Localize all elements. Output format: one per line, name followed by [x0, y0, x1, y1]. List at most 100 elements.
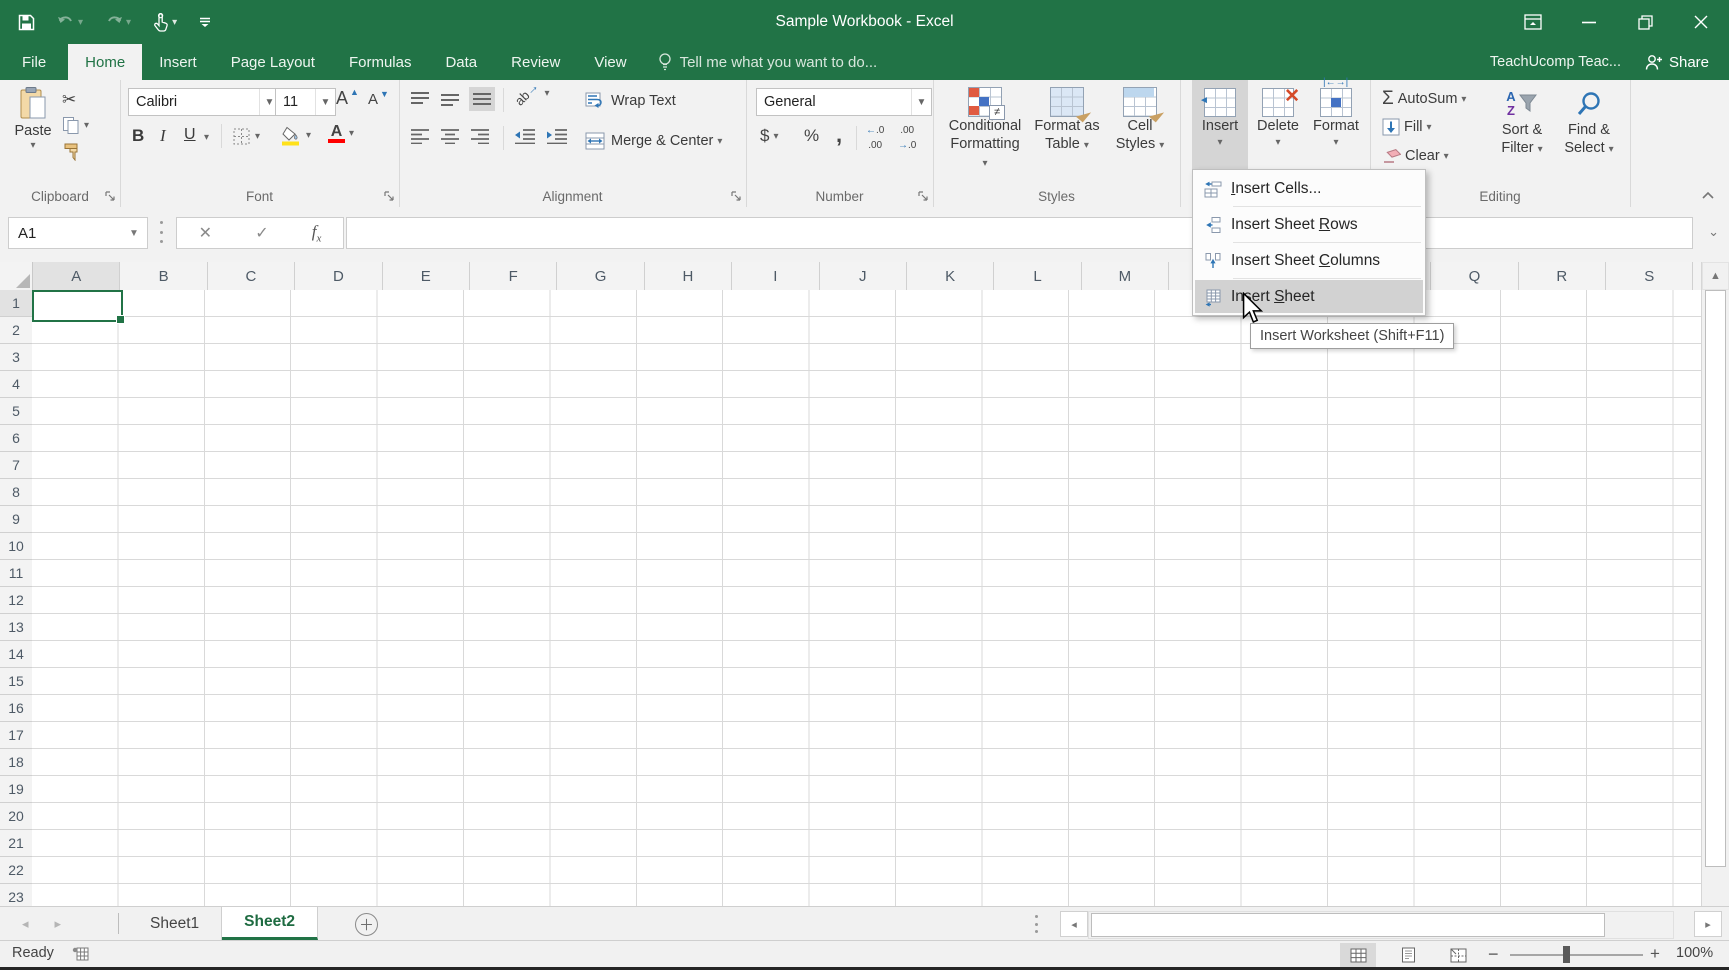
- sort-filter-button[interactable]: AZ Sort & Filter ▾: [1492, 87, 1552, 157]
- selected-cell-a1[interactable]: [32, 290, 123, 322]
- fill-handle[interactable]: [116, 315, 125, 324]
- hscroll-splitter[interactable]: [1035, 915, 1038, 933]
- paste-dropdown-arrow[interactable]: ▾: [30, 140, 35, 153]
- wrap-text-button[interactable]: Wrap Text: [585, 92, 676, 110]
- row-header-4[interactable]: 4: [0, 371, 32, 398]
- insert-dropdown-arrow[interactable]: ▾: [1217, 137, 1222, 150]
- italic-button[interactable]: I: [160, 126, 166, 146]
- decrease-decimal-button[interactable]: .00→.0: [898, 125, 916, 151]
- row-header-6[interactable]: 6: [0, 425, 32, 452]
- undo-dropdown-arrow[interactable]: ▾: [78, 17, 83, 28]
- touch-mouse-mode-button[interactable]: ▾: [153, 13, 177, 32]
- increase-indent-button[interactable]: [545, 128, 569, 144]
- menu-item-insert-sheet-rows[interactable]: Insert Sheet Rows: [1195, 208, 1423, 241]
- underline-dropdown-arrow[interactable]: ▾: [204, 132, 209, 143]
- new-sheet-button[interactable]: ＋: [355, 913, 378, 936]
- font-color-dropdown-arrow[interactable]: ▾: [349, 128, 354, 139]
- customize-qat-button[interactable]: [199, 16, 211, 28]
- zoom-level[interactable]: 100%: [1676, 945, 1713, 961]
- column-header-R[interactable]: R: [1519, 262, 1606, 290]
- row-header-7[interactable]: 7: [0, 452, 32, 479]
- format-as-table-button[interactable]: Format as Table ▾: [1031, 87, 1103, 153]
- orientation-button[interactable]: ab→ ▾: [513, 86, 550, 101]
- sheet-nav-next-button[interactable]: ▸: [55, 916, 62, 932]
- row-header-16[interactable]: 16: [0, 695, 32, 722]
- row-header-14[interactable]: 14: [0, 641, 32, 668]
- tab-review[interactable]: Review: [494, 44, 577, 80]
- merge-center-button[interactable]: Merge & Center ▾: [585, 132, 722, 150]
- macro-record-icon[interactable]: [72, 946, 89, 962]
- page-break-preview-button[interactable]: [1440, 943, 1476, 967]
- fill-button[interactable]: Fill ▾: [1382, 118, 1432, 136]
- comma-style-button[interactable]: ,: [836, 122, 842, 148]
- name-box-dropdown-arrow[interactable]: ▼: [121, 218, 147, 248]
- column-header-G[interactable]: G: [557, 262, 644, 290]
- zoom-in-button[interactable]: +: [1650, 944, 1660, 964]
- row-header-9[interactable]: 9: [0, 506, 32, 533]
- tab-formulas[interactable]: Formulas: [332, 44, 429, 80]
- find-select-button[interactable]: Find & Select ▾: [1558, 87, 1620, 157]
- delete-dropdown-arrow[interactable]: ▾: [1275, 137, 1280, 150]
- column-header-L[interactable]: L: [994, 262, 1081, 290]
- alignment-dialog-launcher[interactable]: [730, 190, 742, 202]
- sheet-nav-prev-button[interactable]: ◂: [22, 916, 29, 932]
- underline-button[interactable]: U: [184, 126, 196, 144]
- align-right-button[interactable]: [469, 128, 491, 144]
- normal-view-button[interactable]: [1340, 943, 1376, 967]
- tab-insert[interactable]: Insert: [142, 44, 214, 80]
- close-button[interactable]: [1673, 0, 1729, 44]
- row-header-22[interactable]: 22: [0, 857, 32, 884]
- clipboard-dialog-launcher[interactable]: [104, 190, 116, 202]
- accounting-dropdown-arrow[interactable]: ▾: [773, 131, 778, 142]
- format-painter-button[interactable]: [62, 142, 81, 161]
- select-all-corner[interactable]: [0, 262, 33, 290]
- formula-bar-splitter[interactable]: [160, 221, 163, 243]
- menu-item-insert-cells[interactable]: Insert Cells...: [1195, 172, 1423, 205]
- sheet-tab-sheet1[interactable]: Sheet1: [128, 907, 222, 940]
- font-size-combo[interactable]: 11▼: [275, 88, 336, 116]
- enter-entry-button[interactable]: ✓: [255, 223, 268, 243]
- row-header-8[interactable]: 8: [0, 479, 32, 506]
- copy-dropdown-arrow[interactable]: ▾: [84, 120, 89, 131]
- row-header-3[interactable]: 3: [0, 344, 32, 371]
- column-header-M[interactable]: M: [1082, 262, 1169, 290]
- horizontal-scrollbar[interactable]: [1088, 911, 1674, 939]
- restore-button[interactable]: [1617, 0, 1673, 44]
- row-header-1[interactable]: 1: [0, 290, 32, 317]
- redo-button[interactable]: ▾: [105, 14, 131, 30]
- page-layout-view-button[interactable]: [1390, 943, 1426, 967]
- tab-page-layout[interactable]: Page Layout: [214, 44, 332, 80]
- orientation-dropdown-arrow[interactable]: ▾: [544, 88, 549, 99]
- fill-dropdown-arrow[interactable]: ▾: [1427, 122, 1432, 133]
- font-name-combo[interactable]: Calibri▼: [128, 88, 280, 116]
- minimize-button[interactable]: [1561, 0, 1617, 44]
- vertical-scrollbar[interactable]: ▲: [1701, 262, 1729, 906]
- formula-input[interactable]: [346, 217, 1693, 249]
- name-box[interactable]: A1 ▼: [8, 217, 148, 249]
- column-header-E[interactable]: E: [383, 262, 470, 290]
- vertical-scroll-thumb[interactable]: [1705, 290, 1726, 867]
- column-header-A[interactable]: A: [33, 262, 120, 290]
- top-align-button[interactable]: [409, 91, 431, 107]
- row-header-15[interactable]: 15: [0, 668, 32, 695]
- expand-formula-bar-button[interactable]: ⌄: [1708, 224, 1719, 240]
- column-header-C[interactable]: C: [208, 262, 295, 290]
- bottom-align-button[interactable]: [469, 87, 495, 111]
- accounting-format-button[interactable]: $▾: [760, 126, 779, 146]
- fill-color-dropdown-arrow[interactable]: ▾: [306, 130, 311, 141]
- row-header-23[interactable]: 23: [0, 884, 32, 906]
- column-header-F[interactable]: F: [470, 262, 557, 290]
- zoom-slider-handle[interactable]: [1563, 946, 1570, 963]
- tab-view[interactable]: View: [577, 44, 643, 80]
- bold-button[interactable]: B: [132, 126, 144, 146]
- paste-button[interactable]: Paste ▾: [10, 86, 56, 153]
- row-header-17[interactable]: 17: [0, 722, 32, 749]
- format-dropdown-arrow[interactable]: ▾: [1333, 137, 1338, 150]
- ribbon-display-options-button[interactable]: [1505, 0, 1561, 44]
- scroll-right-arrow[interactable]: ▸: [1694, 911, 1722, 937]
- tab-file[interactable]: File: [0, 44, 68, 80]
- account-name[interactable]: TeachUcomp Teac...: [1490, 44, 1621, 80]
- number-dialog-launcher[interactable]: [917, 190, 929, 202]
- middle-align-button[interactable]: [439, 91, 461, 107]
- number-format-combo[interactable]: General▼: [756, 88, 932, 116]
